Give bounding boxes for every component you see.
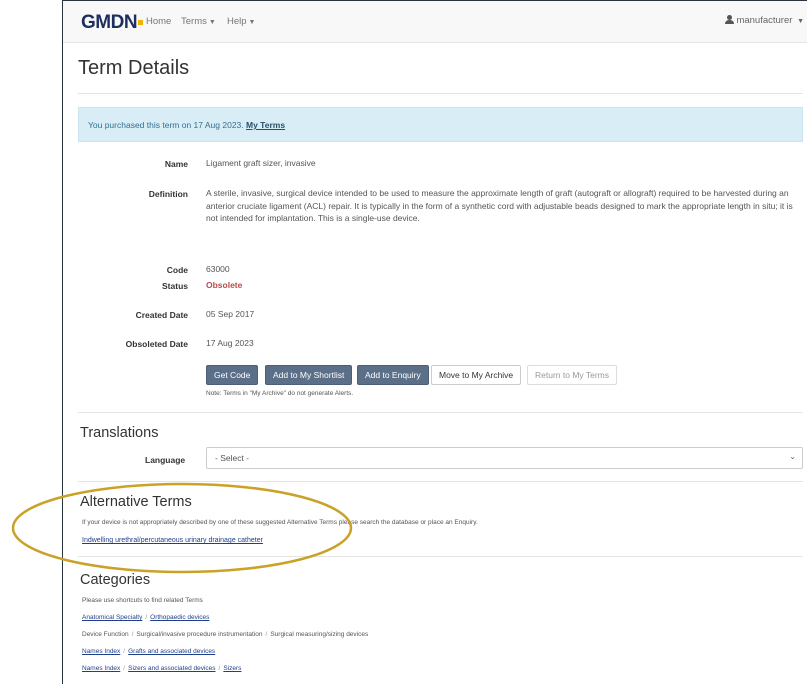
name-label: Name: [164, 159, 188, 169]
page-title: Term Details: [78, 57, 190, 79]
divider: [78, 412, 803, 413]
categories-description: Please use shortcuts to find related Ter…: [82, 597, 203, 604]
divider: [78, 481, 803, 482]
nav-terms-dropdown[interactable]: Terms ▼: [181, 16, 216, 27]
get-code-button[interactable]: Get Code: [206, 365, 259, 385]
language-label: Language: [145, 455, 186, 465]
separator: /: [145, 614, 148, 621]
logo-dot: [138, 20, 144, 25]
separator: /: [123, 665, 126, 672]
gmdn-logo[interactable]: GMDN: [81, 12, 144, 34]
obsoleted-date-value: 17 Aug 2023: [206, 338, 254, 348]
categories-heading: Categories: [80, 572, 151, 588]
separator: /: [123, 648, 126, 655]
category-link[interactable]: Orthopaedic devices: [150, 614, 209, 621]
nav-terms-label: Terms: [181, 16, 207, 27]
name-value: Ligament graft sizer, invasive: [206, 158, 316, 168]
caret-down-icon: ▼: [208, 19, 216, 26]
alert-text: You purchased this term on 17 Aug 2023.: [88, 120, 246, 130]
caret-down-icon: ▼: [797, 18, 804, 25]
category-row: Names Index / Sizers and associated device…: [82, 665, 241, 672]
separator: /: [218, 665, 221, 672]
definition-value: A sterile, invasive, surgical device int…: [206, 188, 793, 223]
browser-page: GMDN Home Terms ▼ Help ▼ manufacturer ▼ Te…: [62, 0, 807, 684]
my-terms-link[interactable]: My Terms: [246, 120, 285, 130]
category-row: Names Index / Grafts and associated device…: [82, 648, 215, 655]
translations-heading: Translations: [80, 425, 159, 441]
category-link[interactable]: Anatomical Specialty: [82, 614, 142, 621]
purchase-alert: You purchased this term on 17 Aug 2023. …: [78, 107, 803, 142]
caret-down-icon: ▼: [248, 19, 256, 26]
language-select-value: - Select -: [215, 453, 250, 463]
add-to-enquiry-button[interactable]: Add to Enquiry: [357, 365, 429, 385]
nav-home[interactable]: Home: [146, 16, 171, 27]
archive-note: Note: Terms in "My Archive" do not gener…: [206, 390, 354, 397]
category-link[interactable]: Names Index: [82, 665, 120, 672]
add-to-shortlist-button[interactable]: Add to My Shortlist: [265, 365, 353, 385]
category-link[interactable]: Sizers and associated devices: [128, 665, 215, 672]
category-link[interactable]: Grafts and associated devices: [128, 648, 215, 655]
code-label: Code: [166, 265, 188, 275]
category-row: Anatomical Specialty / Orthopaedic devices: [82, 614, 209, 621]
created-date-label: Created Date: [135, 310, 188, 320]
top-navbar: GMDN Home Terms ▼ Help ▼ manufacturer ▼: [63, 1, 807, 43]
alternative-terms-heading: Alternative Terms: [80, 494, 192, 510]
user-name: manufacturer: [736, 15, 793, 26]
created-date-value: 05 Sep 2017: [206, 309, 255, 319]
user-menu[interactable]: manufacturer ▼: [725, 15, 804, 26]
code-value: 63000: [206, 264, 230, 274]
status-value: Obsolete: [206, 280, 243, 290]
category-link[interactable]: Names Index: [82, 648, 120, 655]
category-row: Device Function / Surgical/invasive proced…: [82, 631, 368, 638]
separator: /: [131, 631, 134, 638]
category-text: Device Function: [82, 631, 129, 638]
alternative-terms-description: If your device is not appropriately desc…: [82, 519, 478, 526]
status-label: Status: [162, 281, 188, 291]
category-text: Surgical/invasive procedure instrumentat…: [136, 631, 263, 638]
chevron-down-icon: ⌄: [789, 452, 796, 461]
separator: /: [265, 631, 268, 638]
user-icon: [725, 15, 735, 24]
divider: [78, 556, 803, 557]
language-select[interactable]: - Select - ⌄: [206, 447, 803, 469]
obsoleted-date-label: Obsoleted Date: [125, 339, 188, 349]
divider: [78, 93, 803, 94]
definition-label: Definition: [148, 189, 188, 199]
move-to-archive-button[interactable]: Move to My Archive: [431, 365, 522, 385]
nav-help-dropdown[interactable]: Help ▼: [227, 16, 255, 27]
category-text: Surgical measuring/sizing devices: [270, 631, 369, 638]
nav-help-label: Help: [227, 16, 247, 27]
return-to-my-terms-button[interactable]: Return to My Terms: [527, 365, 618, 385]
alternative-term-link[interactable]: Indwelling urethral/percutaneous urinary…: [82, 537, 263, 544]
category-link[interactable]: Sizers: [223, 665, 241, 672]
brand-text: GMDN: [81, 12, 138, 33]
